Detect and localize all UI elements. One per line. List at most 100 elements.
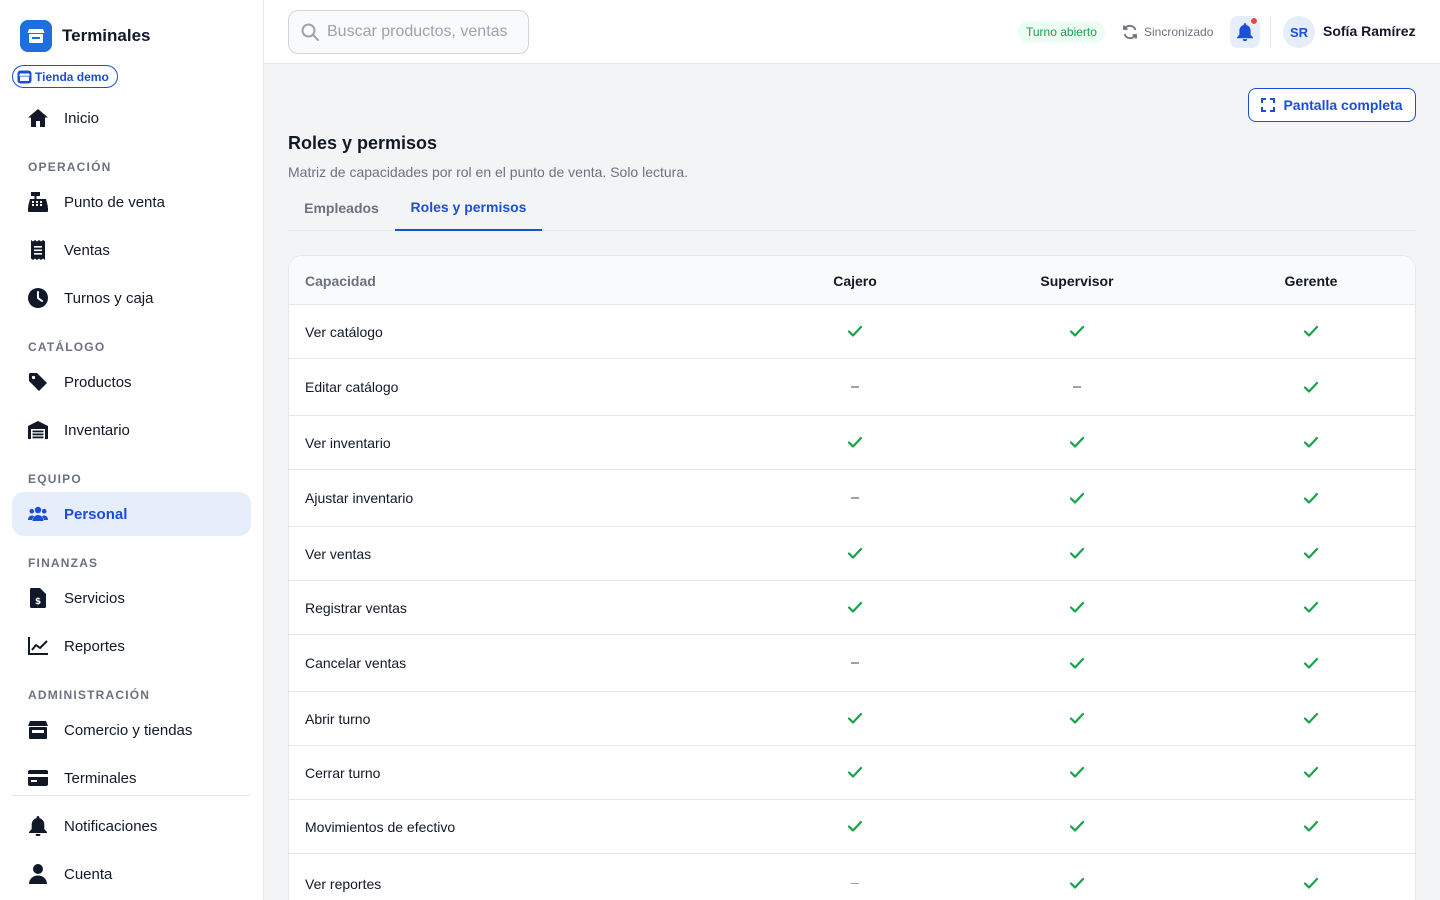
check-icon <box>848 767 862 778</box>
warehouse-icon <box>28 420 48 440</box>
permission-cell-cajero <box>835 305 875 358</box>
permission-cell-supervisor <box>1057 305 1097 358</box>
sync-status: Sincronizado <box>1122 20 1213 44</box>
dash-icon <box>1073 386 1081 388</box>
capability-label: Ver catálogo <box>305 323 383 340</box>
sidebar-item-comercio-y-tiendas[interactable]: Comercio y tiendas <box>12 708 251 752</box>
table-row: Ver reportes <box>289 854 1415 900</box>
dash-icon <box>851 497 859 499</box>
search-icon <box>301 23 319 41</box>
permission-cell-gerente <box>1291 470 1331 526</box>
home-icon <box>28 108 48 128</box>
permission-cell-supervisor <box>1057 470 1097 526</box>
check-icon <box>1304 657 1318 669</box>
check-icon <box>848 713 862 724</box>
brand-name: Terminales <box>62 26 151 45</box>
permission-cell-gerente <box>1291 800 1331 853</box>
svg-text:$: $ <box>35 597 41 607</box>
sidebar-item-inicio[interactable]: Inicio <box>12 96 251 140</box>
permission-cell-supervisor <box>1057 359 1097 415</box>
check-icon <box>1304 381 1318 393</box>
check-icon <box>1070 713 1084 724</box>
clock-icon <box>28 288 48 308</box>
store-name: Tienda demo <box>35 69 109 84</box>
capability-label: Cerrar turno <box>305 764 381 781</box>
page-title: Roles y permisos <box>288 133 438 153</box>
user-name[interactable]: Sofía Ramírez <box>1323 23 1416 39</box>
search-box[interactable] <box>288 10 529 54</box>
sidebar-item-label: Servicios <box>64 589 125 607</box>
sidebar-item-reportes[interactable]: Reportes <box>12 624 251 668</box>
section-label-catalogo: CATÁLOGO <box>28 340 106 354</box>
receipt-icon <box>28 240 48 260</box>
tab-roles-y-permisos[interactable]: Roles y permisos <box>395 184 542 231</box>
permissions-table: Capacidad Cajero Supervisor Gerente Ver … <box>288 255 1416 900</box>
permission-cell-gerente <box>1291 746 1331 799</box>
permission-cell-gerente <box>1291 359 1331 415</box>
permission-cell-cajero <box>835 581 875 634</box>
permission-cell-supervisor <box>1057 581 1097 634</box>
sidebar-item-productos[interactable]: Productos <box>12 360 251 404</box>
sidebar-item-ventas[interactable]: Ventas <box>12 228 251 272</box>
table-row: Editar catálogo <box>289 359 1415 416</box>
store-selector[interactable]: Tienda demo <box>12 65 118 88</box>
capability-label: Registrar ventas <box>305 599 407 616</box>
check-icon <box>1070 602 1084 613</box>
table-row: Ver inventario <box>289 416 1415 470</box>
check-icon <box>1304 548 1318 559</box>
permission-cell-supervisor <box>1057 635 1097 691</box>
column-header-cajero: Cajero <box>833 272 877 289</box>
section-label-equipo: EQUIPO <box>28 472 82 486</box>
sidebar-item-label: Comercio y tiendas <box>64 721 193 739</box>
check-icon <box>1304 326 1318 337</box>
check-icon <box>1070 548 1084 559</box>
column-header-gerente: Gerente <box>1284 272 1338 289</box>
table-row: Ver catálogo <box>289 305 1415 359</box>
check-icon <box>1304 492 1318 504</box>
check-icon <box>1304 437 1318 448</box>
capability-label: Cancelar ventas <box>305 655 407 671</box>
fullscreen-button[interactable]: Pantalla completa <box>1248 88 1416 122</box>
sidebar-item-label: Cuenta <box>64 865 113 883</box>
sidebar-item-punto-de-venta[interactable]: Punto de venta <box>12 180 251 224</box>
sidebar-item-inventario[interactable]: Inventario <box>12 408 251 452</box>
topbar: Turno abierto Sincronizado SR Sofía Ramí… <box>264 0 1440 64</box>
sidebar-item-notificaciones[interactable]: Notificaciones <box>12 804 251 848</box>
permission-cell-gerente <box>1291 527 1331 580</box>
bell-icon <box>28 816 48 836</box>
check-icon <box>1070 657 1084 669</box>
tab-empleados[interactable]: Empleados <box>288 184 395 231</box>
capability-label: Editar catálogo <box>305 379 399 395</box>
permission-cell-supervisor <box>1057 527 1097 580</box>
table-row: Movimientos de efectivo <box>289 800 1415 854</box>
sidebar-item-label: Reportes <box>64 637 125 655</box>
check-icon <box>1304 767 1318 778</box>
sidebar-item-turnos-y-caja[interactable]: Turnos y caja <box>12 276 251 320</box>
dash-icon <box>851 386 859 388</box>
check-icon <box>1304 602 1318 613</box>
avatar[interactable]: SR <box>1283 16 1315 48</box>
sidebar: Terminales Tienda demo Inicio OPERACIÓN … <box>0 0 264 900</box>
dash-icon <box>851 882 859 885</box>
sidebar-item-personal[interactable]: Personal <box>12 492 251 536</box>
sidebar-item-servicios[interactable]: $ Servicios <box>12 576 251 620</box>
table-row: Registrar ventas <box>289 581 1415 635</box>
check-icon <box>848 437 862 448</box>
sidebar-item-terminales[interactable]: Terminales <box>12 756 251 800</box>
sidebar-item-cuenta[interactable]: Cuenta <box>12 852 251 896</box>
check-icon <box>1070 492 1084 504</box>
store-icon <box>28 720 48 740</box>
sidebar-item-label: Terminales <box>64 769 137 787</box>
section-label-operacion: OPERACIÓN <box>28 160 112 174</box>
section-label-administracion: ADMINISTRACIÓN <box>28 688 151 702</box>
page-subtitle: Matriz de capacidades por rol en el punt… <box>288 164 689 180</box>
sidebar-item-label: Punto de venta <box>64 193 165 211</box>
capability-label: Movimientos de efectivo <box>305 818 456 835</box>
brand[interactable]: Terminales <box>20 20 151 52</box>
search-input[interactable] <box>327 23 517 41</box>
permission-cell-gerente <box>1291 581 1331 634</box>
permission-cell-cajero <box>835 854 875 900</box>
permission-cell-supervisor <box>1057 416 1097 469</box>
store-logo-icon <box>20 20 52 52</box>
notifications-button[interactable] <box>1230 16 1260 48</box>
